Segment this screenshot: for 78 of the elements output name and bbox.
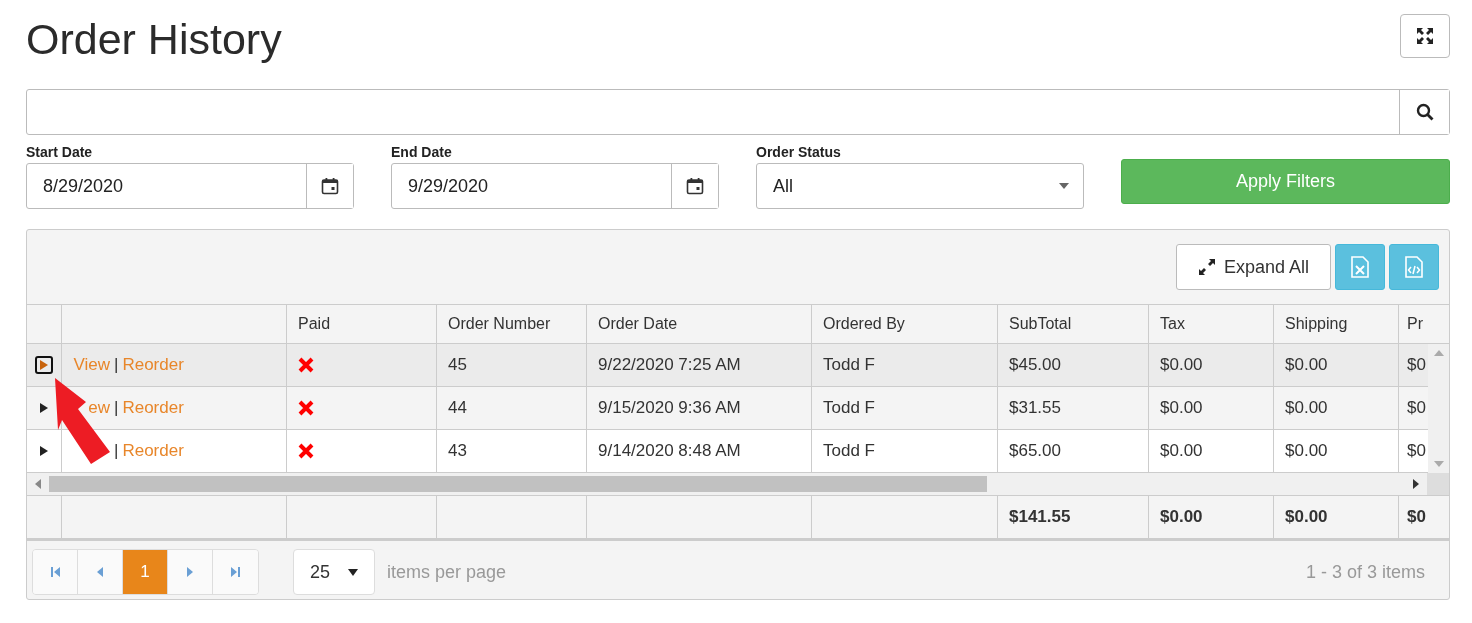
- scrollbar-corner: [1427, 473, 1449, 496]
- total-cell: $0.00: [1273, 496, 1398, 539]
- status-dropdown[interactable]: All: [756, 163, 1084, 210]
- scroll-right-icon[interactable]: [1413, 479, 1419, 490]
- triangle-icon: [40, 360, 48, 371]
- column-header[interactable]: Tax: [1148, 305, 1273, 344]
- table-cell: 9/22/2020 7:25 AM: [586, 344, 811, 387]
- fullscreen-button[interactable]: [1400, 14, 1450, 58]
- page-size-dropdown[interactable]: 25: [293, 549, 375, 596]
- vertical-scrollbar[interactable]: [1428, 344, 1449, 474]
- table-cell: 9/14/2020 8:48 AM: [586, 430, 811, 473]
- filter-label: End Date: [391, 144, 453, 161]
- page-size-label: items per page: [387, 561, 507, 583]
- first-page-icon: [49, 566, 61, 579]
- order-row[interactable]: ew | Reorder 44 9/15/2020 9:36 AM Todd F $31.55 $0.00 $0.00 $0: [27, 387, 1428, 431]
- expand-all-button[interactable]: Expand All: [1176, 244, 1331, 291]
- total-cell: $0.00: [1148, 496, 1273, 539]
- caret-icon: [1059, 183, 1069, 190]
- excel-export-button[interactable]: [1335, 244, 1385, 291]
- last-page-icon: [229, 566, 242, 579]
- table-cell: Todd F: [811, 344, 997, 387]
- pager-summary: 1 - 3 of 3 items: [1305, 561, 1425, 583]
- table-cell: $0.00: [1273, 344, 1398, 387]
- search-field[interactable]: [26, 89, 1450, 136]
- caret-icon: [348, 568, 358, 576]
- table-cell: $0.00: [1273, 430, 1398, 473]
- code-file-icon: [1405, 256, 1423, 279]
- table-cell: $0.00: [1148, 344, 1273, 387]
- total-cell: $0: [1398, 496, 1429, 539]
- triangle-icon: [40, 446, 48, 457]
- search-icon: [1415, 103, 1434, 122]
- diagonal-arrows-icon: [1197, 258, 1216, 277]
- calendar-button[interactable]: [306, 164, 353, 209]
- filter-label: Start Date: [26, 144, 94, 161]
- column-header[interactable]: Shipping: [1273, 305, 1398, 344]
- column-header[interactable]: Order Date: [586, 305, 811, 344]
- expand-row-button[interactable]: [35, 356, 53, 375]
- column-header[interactable]: Order Number: [436, 305, 586, 344]
- order-row[interactable]: | Reorder 43 9/14/2020 8:48 AM Todd F $65.00 $0.00 $0.00 $0: [27, 430, 1428, 474]
- table-cell: 9/15/2020 9:36 AM: [586, 387, 811, 430]
- date-field[interactable]: 8/29/2020: [26, 163, 354, 210]
- code-export-button[interactable]: [1389, 244, 1439, 291]
- column-header[interactable]: SubTotal: [997, 305, 1148, 344]
- filter-label: Order Status: [756, 144, 842, 161]
- first-page-button[interactable]: [33, 550, 78, 595]
- scroll-left-icon[interactable]: [35, 479, 41, 490]
- link-separator: |: [114, 398, 119, 419]
- page-title: Order History: [26, 16, 282, 64]
- table-cell: 44: [436, 387, 586, 430]
- table-cell: Todd F: [811, 387, 997, 430]
- calendar-button[interactable]: [671, 164, 718, 209]
- table-cell: 43: [436, 430, 586, 473]
- horizontal-scrollbar[interactable]: [27, 473, 1449, 497]
- table-cell: 45: [436, 344, 586, 387]
- link-separator: |: [114, 355, 119, 376]
- calendar-icon: [686, 177, 704, 196]
- expand-arrows-icon: [1415, 26, 1435, 46]
- triangle-icon: [40, 403, 48, 414]
- link-separator: |: [114, 441, 119, 462]
- table-cell: $45.00: [997, 344, 1148, 387]
- search-button[interactable]: [1399, 90, 1449, 135]
- calendar-icon: [321, 177, 339, 196]
- column-header[interactable]: Pr: [1398, 305, 1429, 344]
- total-cell: $141.55: [997, 496, 1148, 539]
- last-page-button[interactable]: [213, 550, 258, 595]
- table-cell: $65.00: [997, 430, 1148, 473]
- table-cell: $0.00: [1148, 387, 1273, 430]
- table-cell: $0.00: [1273, 387, 1398, 430]
- column-header[interactable]: Paid: [286, 305, 436, 344]
- table-cell: $31.55: [997, 387, 1148, 430]
- table-cell: $0.00: [1148, 430, 1273, 473]
- scroll-down-icon[interactable]: [1433, 461, 1444, 468]
- spreadsheet-file-icon: [1351, 256, 1369, 279]
- column-header[interactable]: Ordered By: [811, 305, 997, 344]
- date-field[interactable]: 9/29/2020: [391, 163, 719, 210]
- table-cell: Todd F: [811, 430, 997, 473]
- order-row[interactable]: View | Reorder 45 9/22/2020 7:25 AM Todd F $45.00 $0.00 $0.00 $0: [27, 344, 1428, 388]
- scroll-up-icon[interactable]: [1433, 350, 1444, 357]
